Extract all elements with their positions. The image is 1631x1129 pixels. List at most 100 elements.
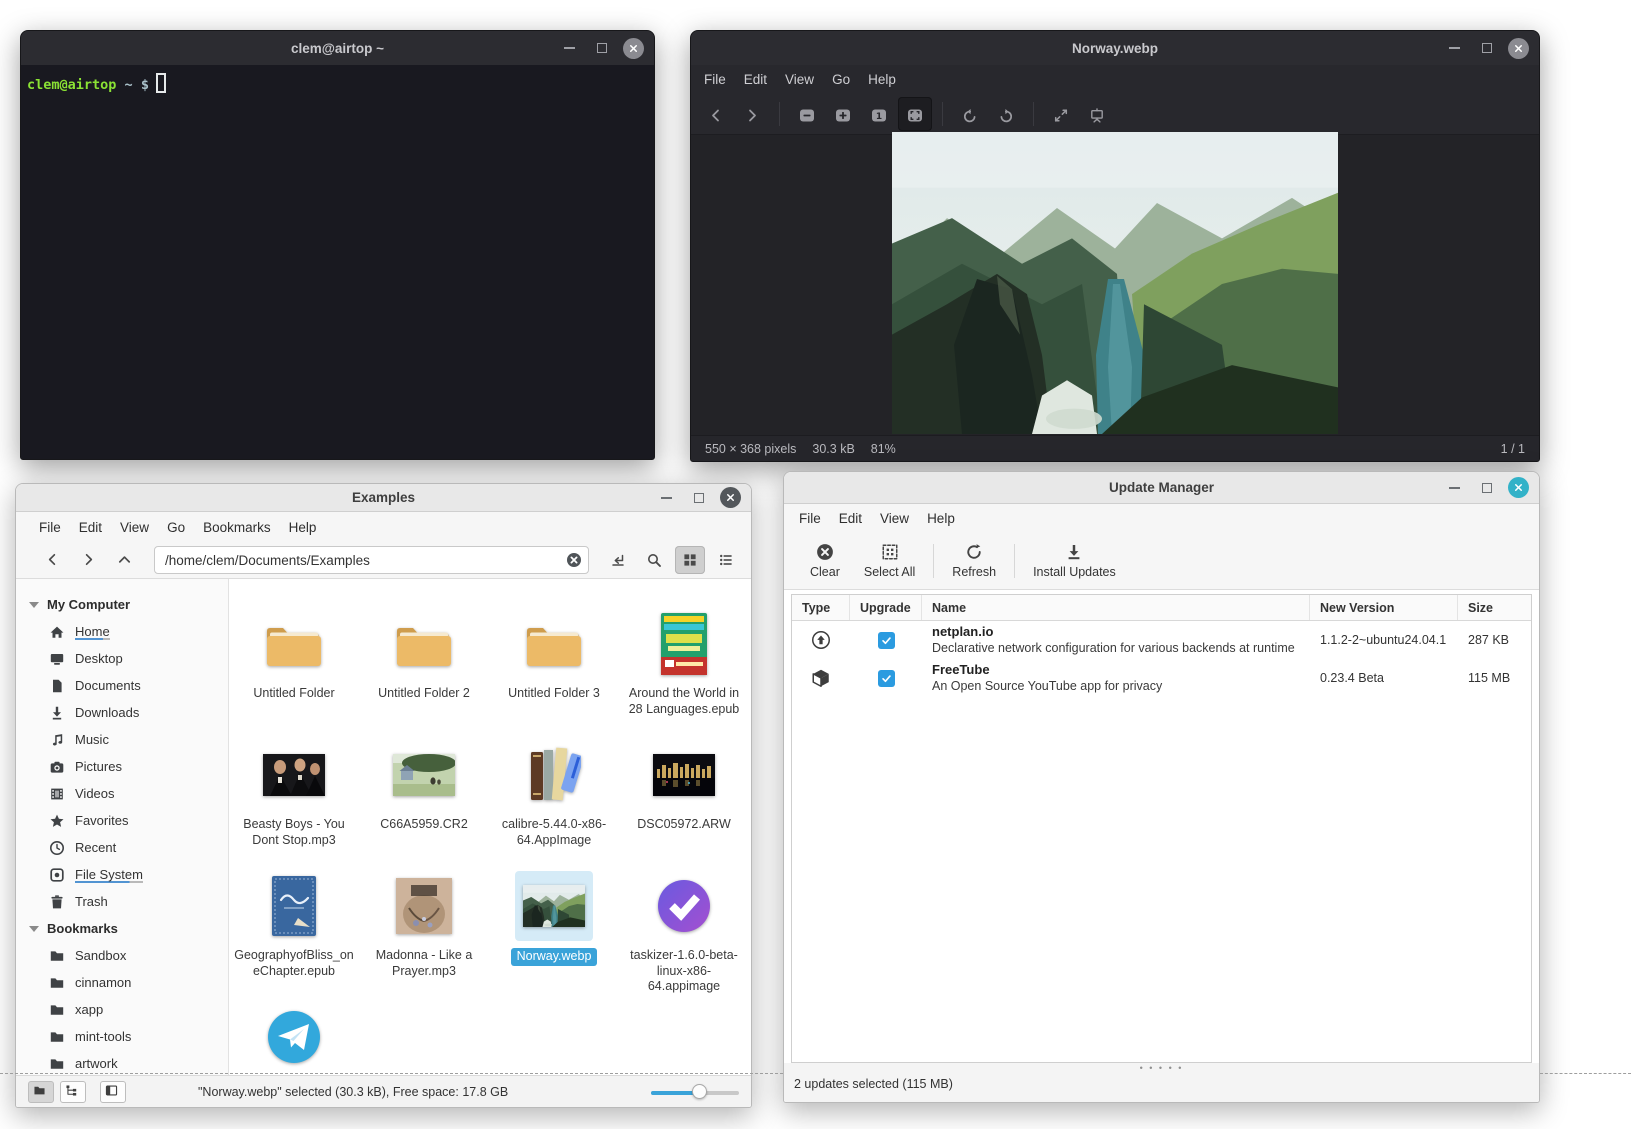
sidebar-item-videos[interactable]: Videos <box>16 780 228 807</box>
update-row-freetube[interactable]: FreeTubeAn Open Source YouTube app for p… <box>792 659 1531 697</box>
slider-handle[interactable] <box>692 1084 707 1099</box>
files-menu-file[interactable]: File <box>30 520 70 535</box>
minimize-button[interactable] <box>1442 36 1466 60</box>
rotate-clockwise-button[interactable] <box>989 97 1023 131</box>
maximize-button[interactable] <box>687 486 711 510</box>
file-item-c66a5959-cr2[interactable]: C66A5959.CR2 <box>359 740 489 871</box>
file-item-norway-webp[interactable]: Norway.webp <box>489 871 619 1002</box>
maximize-button[interactable] <box>590 36 614 60</box>
best-fit-button[interactable] <box>898 97 932 131</box>
location-entry[interactable]: /home/clem/Documents/Examples <box>154 546 589 574</box>
column-header-type[interactable]: Type <box>792 595 850 620</box>
column-header-size[interactable]: Size <box>1458 595 1531 620</box>
rotate-counterclockwise-button[interactable] <box>953 97 987 131</box>
maximize-button[interactable] <box>1475 36 1499 60</box>
viewer-menu-edit[interactable]: Edit <box>735 72 776 87</box>
zoom-in-button[interactable] <box>826 97 860 131</box>
terminal-titlebar[interactable]: clem@airtop ~ <box>21 31 654 65</box>
updater-menu-edit[interactable]: Edit <box>830 511 871 526</box>
forward-button[interactable] <box>74 546 104 574</box>
clear-entry-icon[interactable] <box>566 552 582 568</box>
minimize-button[interactable] <box>1442 476 1466 500</box>
splitter-handle[interactable]: • • • • • <box>784 1064 1539 1072</box>
sidebar-item-downloads[interactable]: Downloads <box>16 699 228 726</box>
sidebar-section-bookmarks[interactable]: Bookmarks <box>16 915 228 942</box>
file-grid[interactable]: Untitled FolderUntitled Folder 2Untitled… <box>229 579 751 1075</box>
list-view-button[interactable] <box>711 546 741 574</box>
toggle-location-entry-button[interactable] <box>603 546 633 574</box>
column-header-upgrade[interactable]: Upgrade <box>850 595 922 620</box>
zoom-slider[interactable] <box>651 1084 739 1100</box>
file-item-beasty-boys-you-dont-stop-mp3[interactable]: Beasty Boys - You Dont Stop.mp3 <box>229 740 359 871</box>
sidebar-item-home[interactable]: Home <box>16 618 228 645</box>
install-updates-button[interactable]: Install Updates <box>1021 539 1128 583</box>
sidebar-section-my-computer[interactable]: My Computer <box>16 591 228 618</box>
clear-button[interactable]: Clear <box>798 539 852 583</box>
sidebar-item-pictures[interactable]: Pictures <box>16 753 228 780</box>
files-menu-go[interactable]: Go <box>158 520 194 535</box>
close-button[interactable] <box>1508 38 1529 59</box>
upgrade-checkbox[interactable] <box>878 670 895 687</box>
column-header-name[interactable]: Name <box>922 595 1310 620</box>
files-menu-bookmarks[interactable]: Bookmarks <box>194 520 280 535</box>
sidebar-item-artwork[interactable]: artwork <box>16 1050 228 1075</box>
file-item-calibre-5-44-0-x86-64-appimage[interactable]: calibre-5.44.0-x86-64.AppImage <box>489 740 619 871</box>
updater-menu-view[interactable]: View <box>871 511 918 526</box>
viewer-titlebar[interactable]: Norway.webp <box>691 31 1539 65</box>
minimize-button[interactable] <box>557 36 581 60</box>
hide-sidebar-button[interactable] <box>100 1081 126 1103</box>
sidebar-item-file-system[interactable]: File System <box>16 861 228 888</box>
file-item-madonna-like-a-prayer-mp3[interactable]: Madonna - Like a Prayer.mp3 <box>359 871 489 1002</box>
zoom-out-button[interactable] <box>790 97 824 131</box>
select-all-button[interactable]: Select All <box>852 539 927 583</box>
update-row-netplan-io[interactable]: netplan.ioDeclarative network configurat… <box>792 621 1531 659</box>
upgrade-checkbox[interactable] <box>878 632 895 649</box>
next-image-button[interactable] <box>735 97 769 131</box>
file-item-dsc05972-arw[interactable]: DSC05972.ARW <box>619 740 749 871</box>
back-button[interactable] <box>38 546 68 574</box>
file-item-untitled-folder-2[interactable]: Untitled Folder 2 <box>359 609 489 740</box>
file-item-taskizer-1-6-0-beta-linux-x86-64-appimage[interactable]: taskizer-1.6.0-beta-linux-x86-64.appimag… <box>619 871 749 1002</box>
up-button[interactable] <box>110 546 140 574</box>
sidebar-item-documents[interactable]: Documents <box>16 672 228 699</box>
file-item-telegram[interactable]: Telegram <box>229 1002 359 1075</box>
file-item-untitled-folder-3[interactable]: Untitled Folder 3 <box>489 609 619 740</box>
minimize-button[interactable] <box>654 486 678 510</box>
sidebar-item-desktop[interactable]: Desktop <box>16 645 228 672</box>
files-titlebar[interactable]: Examples <box>16 484 751 512</box>
file-item-geographyofbliss-onechapter-epub[interactable]: GeographyofBliss_oneChapter.epub <box>229 871 359 1002</box>
normal-size-button[interactable]: 1 <box>862 97 896 131</box>
sidebar-item-sandbox[interactable]: Sandbox <box>16 942 228 969</box>
slideshow-button[interactable] <box>1080 97 1114 131</box>
close-button[interactable] <box>1508 477 1529 498</box>
show-places-button[interactable] <box>28 1081 54 1103</box>
viewer-canvas[interactable] <box>691 136 1539 435</box>
files-menu-help[interactable]: Help <box>280 520 326 535</box>
maximize-button[interactable] <box>1475 476 1499 500</box>
terminal-screen[interactable]: clem@airtop ~ $ <box>21 65 654 459</box>
refresh-button[interactable]: Refresh <box>940 539 1008 583</box>
previous-image-button[interactable] <box>699 97 733 131</box>
fullscreen-button[interactable] <box>1044 97 1078 131</box>
show-treeview-button[interactable] <box>60 1081 86 1103</box>
sidebar-item-trash[interactable]: Trash <box>16 888 228 915</box>
viewer-menu-file[interactable]: File <box>695 72 735 87</box>
sidebar-item-recent[interactable]: Recent <box>16 834 228 861</box>
viewer-menu-view[interactable]: View <box>776 72 823 87</box>
viewer-menu-go[interactable]: Go <box>823 72 859 87</box>
viewer-menu-help[interactable]: Help <box>859 72 905 87</box>
close-button[interactable] <box>720 487 741 508</box>
files-menu-edit[interactable]: Edit <box>70 520 111 535</box>
column-header-new-version[interactable]: New Version <box>1310 595 1458 620</box>
sidebar-item-xapp[interactable]: xapp <box>16 996 228 1023</box>
sidebar-item-mint-tools[interactable]: mint-tools <box>16 1023 228 1050</box>
close-button[interactable] <box>623 38 644 59</box>
files-menu-view[interactable]: View <box>111 520 158 535</box>
updater-menu-help[interactable]: Help <box>918 511 964 526</box>
file-item-untitled-folder[interactable]: Untitled Folder <box>229 609 359 740</box>
sidebar-item-favorites[interactable]: Favorites <box>16 807 228 834</box>
updater-titlebar[interactable]: Update Manager <box>784 472 1539 504</box>
updater-menu-file[interactable]: File <box>790 511 830 526</box>
file-item-around-the-world-in-28-languages-epub[interactable]: Around the World in 28 Languages.epub <box>619 609 749 740</box>
icon-view-button[interactable] <box>675 546 705 574</box>
